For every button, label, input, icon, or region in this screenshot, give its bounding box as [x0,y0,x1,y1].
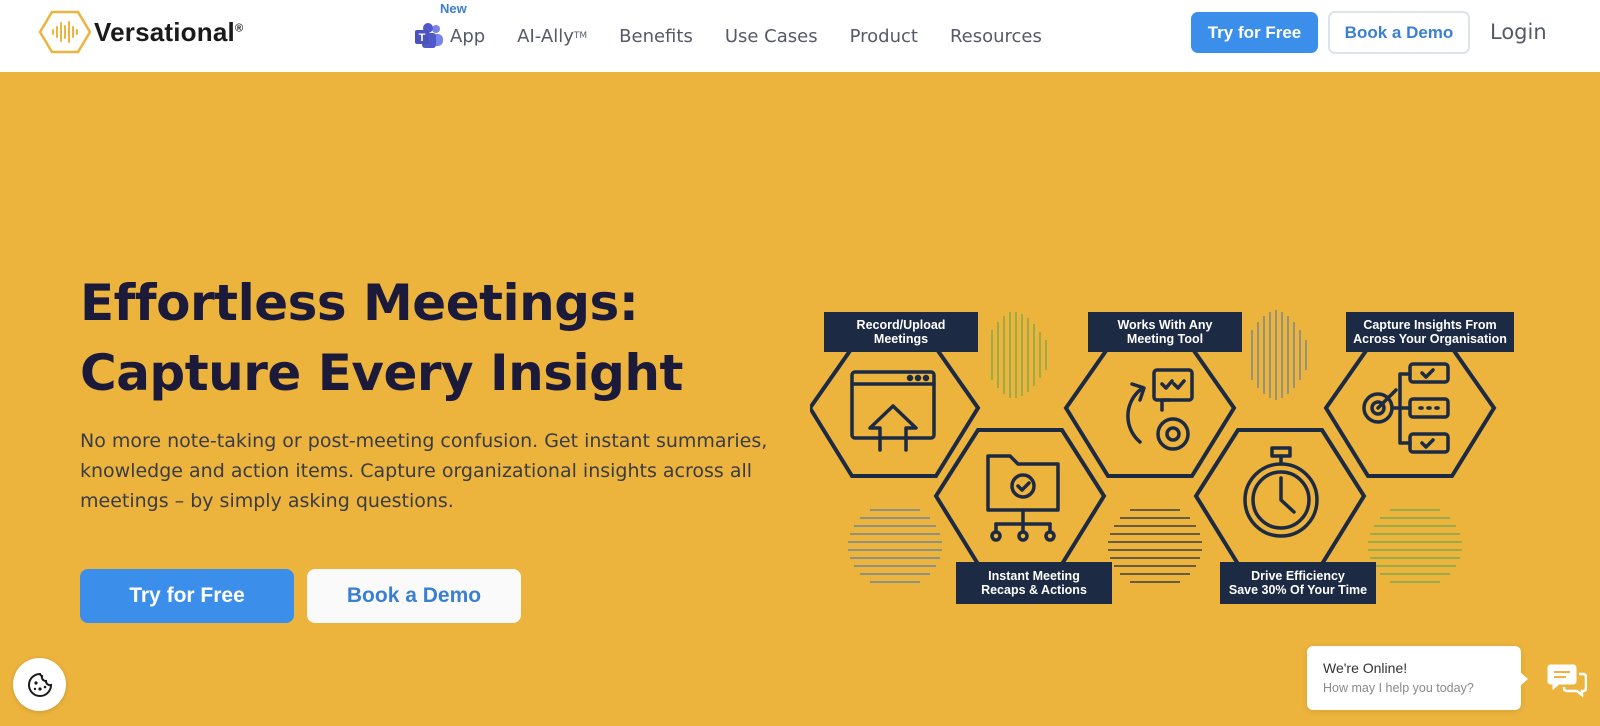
hero-subtitle: No more note-taking or post-meeting conf… [80,430,768,512]
hex-tools [1063,346,1237,478]
chat-greeting[interactable]: We're Online! How may I help you today? [1307,646,1528,710]
lines-decoration-3 [1368,509,1462,583]
main-nav: New T App AI-Ally TM Benefits Use Cases P… [414,0,1074,72]
soundwave-decoration-2 [1251,310,1307,400]
brand-name: Versational® [94,16,244,47]
feature-label-efficiency: Drive Efficiency Save 30% Of Your Time [1220,562,1376,604]
logo-hexagon-icon [38,10,92,54]
nav-item-label: App [450,25,486,47]
svg-text:T: T [419,32,426,44]
cookie-icon [27,672,52,697]
feature-label-record: Record/Upload Meetings [824,312,978,352]
new-badge: New [440,1,467,16]
header-try-free-button[interactable]: Try for Free [1191,12,1318,53]
hero-try-free-button[interactable]: Try for Free [80,569,294,623]
nav-item-app[interactable]: New T App [414,1,486,50]
trademark: TM [573,31,588,41]
recap-icon [986,454,1060,542]
checklist-icon [1362,362,1450,454]
chat-icon[interactable] [1547,662,1587,698]
nav-item-label: Use Cases [724,25,818,47]
nav-item-resources[interactable]: Resources [950,26,1042,47]
chat-title: We're Online! [1323,660,1408,676]
header-book-demo-button[interactable]: Book a Demo [1328,11,1470,54]
hero-title: Effortless Meetings: Capture Every Insig… [80,268,740,408]
soundwave-decoration-1 [991,312,1047,398]
nav-item-use-cases[interactable]: Use Cases [725,26,818,47]
nav-item-label: Benefits [619,25,693,47]
feature-label-tools: Works With Any Meeting Tool [1088,312,1242,352]
nav-item-label: Resources [949,25,1042,47]
feature-label-insights: Capture Insights From Across Your Organis… [1346,312,1514,352]
teams-icon: T [415,23,443,48]
lines-decoration-1 [848,509,942,583]
integration-icon [1126,368,1194,451]
nav-item-benefits[interactable]: Benefits [619,26,693,47]
site-header: Versational® New T App AI-Ally TM Benefit… [0,0,1600,72]
feature-label-recaps: Instant Meeting Recaps & Actions [956,562,1112,604]
nav-item-ai-ally[interactable]: AI-Ally TM [517,26,587,47]
login-link[interactable]: Login [1490,20,1547,44]
lines-decoration-2 [1108,509,1202,583]
brand-logo[interactable]: Versational® [38,9,243,55]
cookie-settings-button[interactable] [13,658,66,711]
upload-icon [850,370,936,452]
stopwatch-icon [1243,446,1319,538]
chat-subtitle: How may I help you today? [1323,681,1474,695]
hex-record [807,346,981,478]
nav-item-product[interactable]: Product [850,26,918,47]
hero-book-demo-button[interactable]: Book a Demo [307,569,521,623]
hero-title-line2: Capture Every Insight [80,344,683,402]
nav-item-label: Product [849,25,918,47]
hero-title-line1: Effortless Meetings: [80,274,639,332]
features-illustration: Record/Upload Meetings Works With Any Meet… [807,300,1530,620]
nav-item-label: AI-Ally [517,25,574,47]
